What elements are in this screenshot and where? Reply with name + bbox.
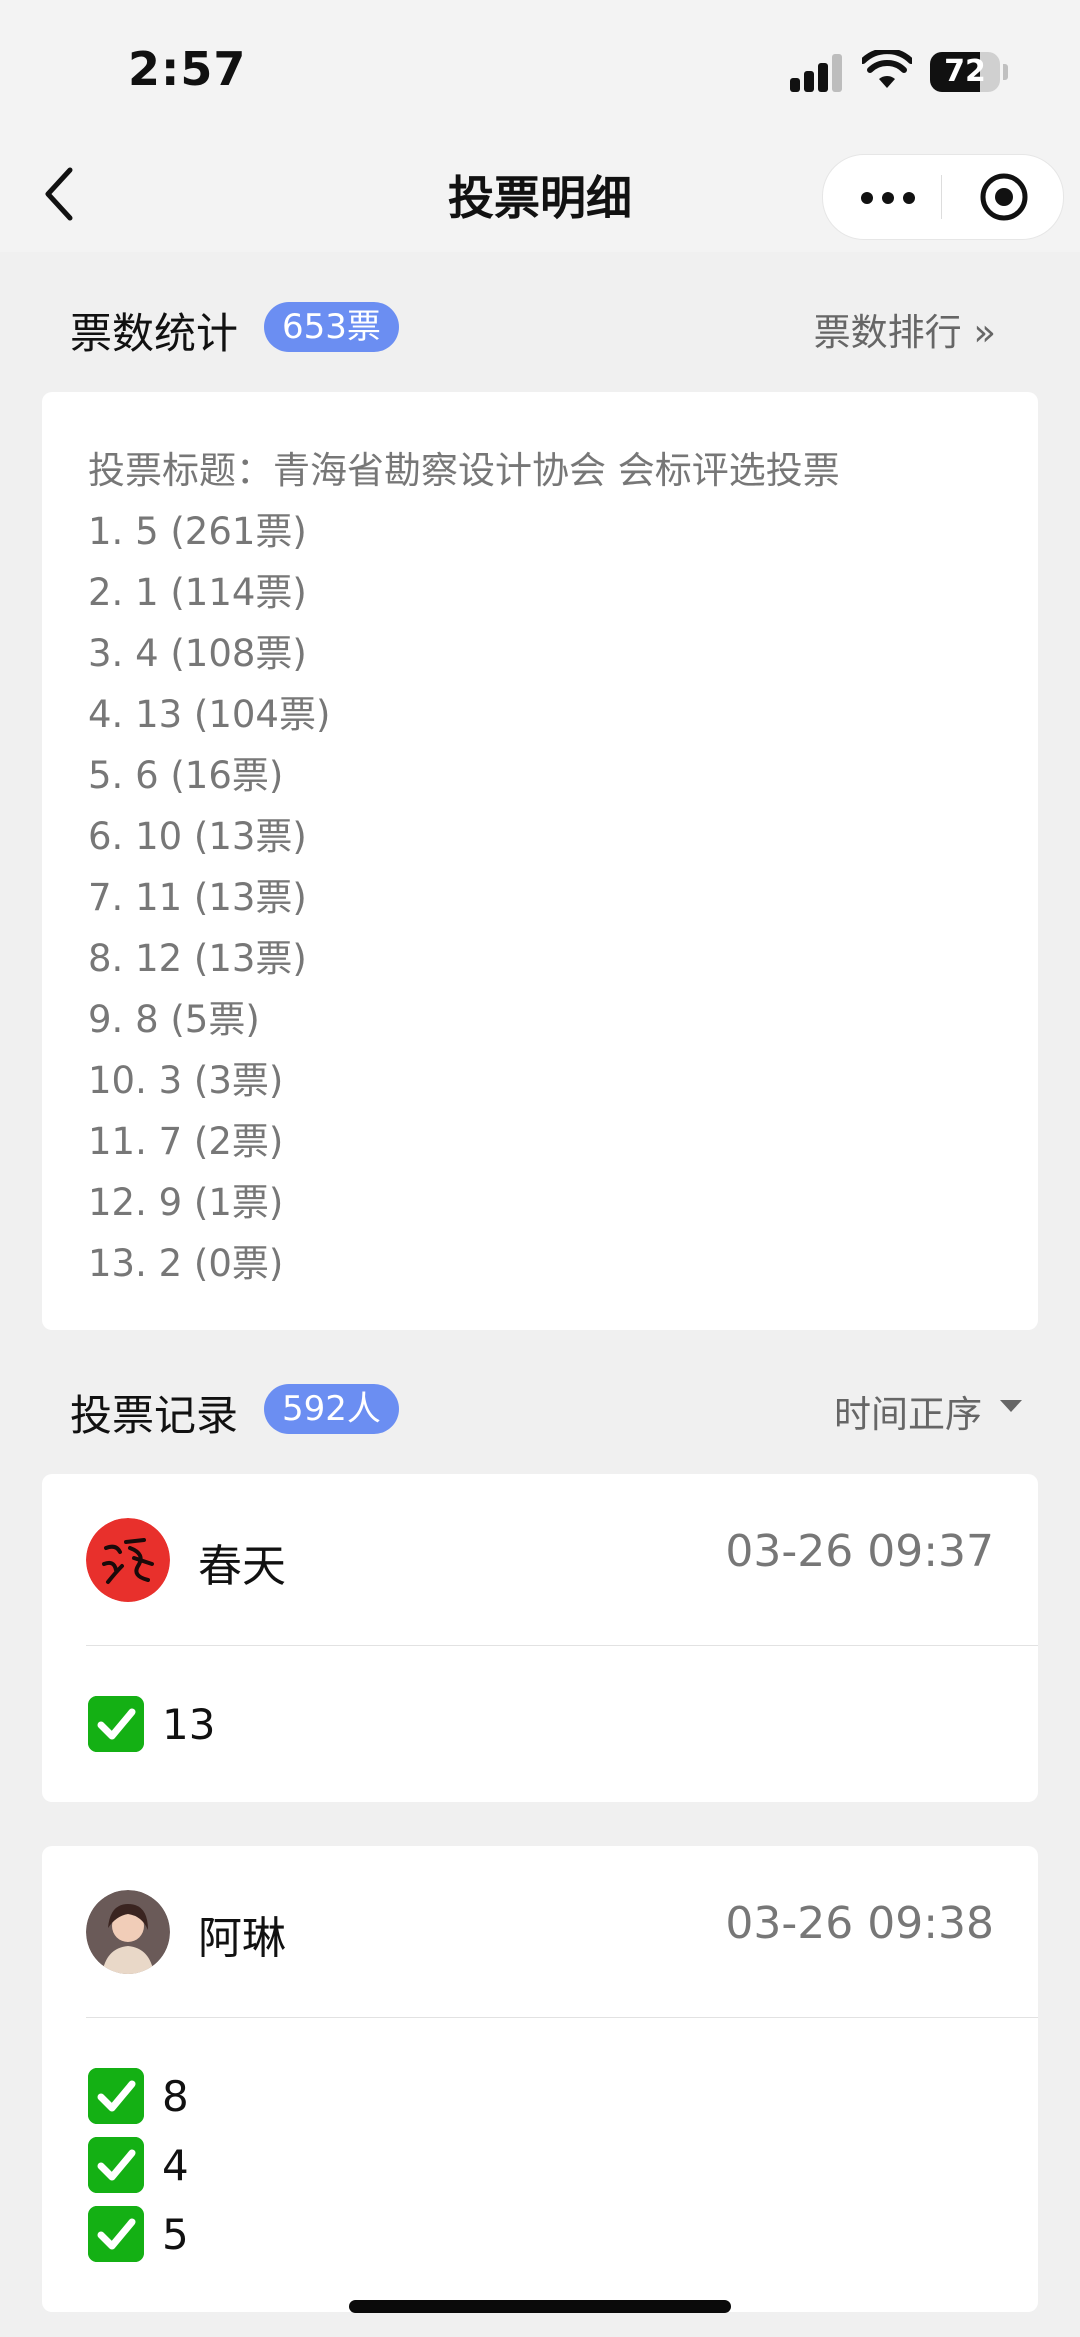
vote-record-card: 阿琳 03-26 09:38 8 4 5 [42, 1846, 1038, 2312]
record-divider [86, 2017, 1038, 2018]
stats-line: 9. 8 (5票) [88, 998, 260, 1041]
battery-icon: 72 [930, 52, 1010, 92]
cellular-signal-icon [790, 54, 846, 92]
portrait-avatar-icon [86, 1890, 170, 1974]
miniprogram-capsule [822, 154, 1064, 240]
total-votes-badge: 653票 [264, 302, 399, 352]
vote-time: 03-26 09:37 [725, 1526, 994, 1577]
vote-record-card: 春天 03-26 09:37 13 [42, 1474, 1038, 1802]
capsule-divider [941, 175, 942, 219]
stats-line: 3. 4 (108票) [88, 632, 307, 675]
stats-line: 1. 5 (261票) [88, 510, 307, 553]
voter-name: 春天 [198, 1541, 286, 1592]
close-miniprogram-icon[interactable] [978, 171, 1030, 223]
check-mark-icon [88, 2068, 144, 2124]
choice-text: 8 [162, 2072, 189, 2121]
stats-line: 7. 11 (13票) [88, 876, 307, 919]
battery-level: 72 [944, 54, 986, 89]
voter-count-badge: 592人 [264, 1384, 399, 1434]
status-bar: 2:57 72 [0, 0, 1080, 140]
status-time: 2:57 [128, 42, 247, 96]
avatar [86, 1890, 170, 1974]
stats-line: 12. 9 (1票) [88, 1181, 284, 1224]
records-header: 投票记录 592人 时间正序 [0, 1374, 1080, 1444]
stats-line: 2. 1 (114票) [88, 571, 307, 614]
more-icon[interactable] [853, 165, 923, 229]
home-indicator[interactable] [349, 2300, 731, 2313]
caret-down-icon [1000, 1400, 1022, 1412]
record-divider [86, 1645, 1038, 1646]
voter-name: 阿琳 [198, 1913, 286, 1964]
sort-dropdown[interactable]: 时间正序 [834, 1384, 1022, 1438]
choice-text: 4 [162, 2141, 189, 2190]
vote-time: 03-26 09:38 [725, 1898, 994, 1949]
vote-ranking-link[interactable]: 票数排行 » [814, 302, 996, 356]
navigation-bar: 投票明细 [0, 140, 1080, 252]
stats-line: 6. 10 (13票) [88, 815, 307, 858]
stats-title: 票数统计 [70, 309, 239, 358]
check-mark-icon [88, 2137, 144, 2193]
calligraphy-avatar-icon [86, 1518, 170, 1602]
choice-text: 5 [162, 2210, 189, 2259]
stats-card: 投票标题：青海省勘察设计协会 会标评选投票 1. 5 (261票) 2. 1 (… [42, 392, 1038, 1330]
sort-label: 时间正序 [834, 1393, 982, 1436]
vote-title: 投票标题：青海省勘察设计协会 会标评选投票 [88, 449, 840, 492]
stats-line: 10. 3 (3票) [88, 1059, 284, 1102]
stats-line: 8. 12 (13票) [88, 937, 307, 980]
check-mark-icon [88, 2206, 144, 2262]
stats-line: 4. 13 (104票) [88, 693, 331, 736]
stats-line: 5. 6 (16票) [88, 754, 284, 797]
check-mark-icon [88, 1696, 144, 1752]
records-title: 投票记录 [70, 1391, 239, 1440]
wifi-icon [862, 50, 912, 88]
stats-line: 11. 7 (2票) [88, 1120, 284, 1163]
choice-text: 13 [162, 1700, 216, 1749]
stats-line: 13. 2 (0票) [88, 1242, 284, 1285]
stats-header: 票数统计 653票 票数排行 » [0, 292, 1080, 362]
avatar [86, 1518, 170, 1602]
